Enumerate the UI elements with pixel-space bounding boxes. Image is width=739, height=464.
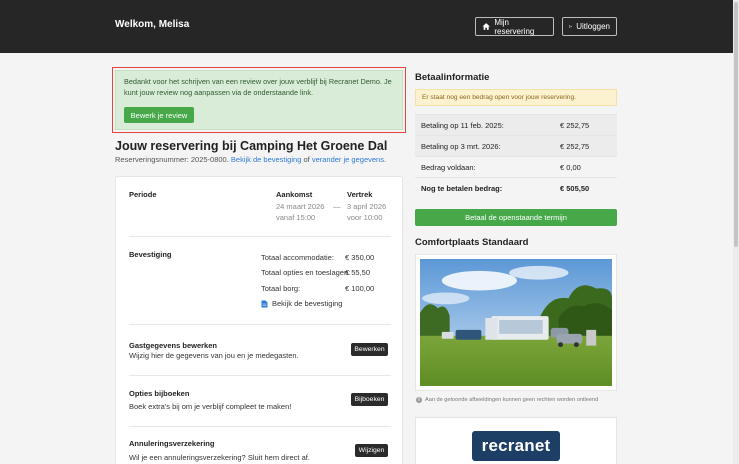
info-icon: i xyxy=(416,397,422,403)
scrollbar-thumb[interactable] xyxy=(734,2,738,247)
arrival-time: vanaf 15:00 xyxy=(276,213,316,222)
total-options-label: Totaal opties en toeslagen: xyxy=(261,268,351,277)
campsite-image xyxy=(420,259,612,386)
total-accommodation-value: € 350,00 xyxy=(345,253,375,262)
payment-row-label: Bedrag voldaan: xyxy=(421,162,476,172)
total-deposit-value: € 100,00 xyxy=(345,284,375,293)
welcome-title: Welkom, Melisa xyxy=(115,19,190,30)
guest-details-title: Gastgegevens bewerken xyxy=(129,341,217,350)
page-scrollbar[interactable] xyxy=(733,0,739,464)
payment-title: Betaalinformatie xyxy=(415,72,490,83)
departure-label: Vertrek xyxy=(347,190,373,199)
payment-row-label: Betaling op 11 feb. 2025: xyxy=(421,120,504,130)
logo-card: recranet xyxy=(415,417,617,464)
or-text: of xyxy=(303,155,310,164)
divider xyxy=(129,375,391,376)
pay-term-button[interactable]: Betaal de openstaande termijn xyxy=(415,209,617,226)
change-insurance-button[interactable]: Wijzigen xyxy=(355,444,388,457)
payment-row-label: Betaling op 3 mrt. 2026: xyxy=(421,141,501,151)
guest-details-text: Wijzig hier de gegevens van jou en je me… xyxy=(129,351,299,360)
divider xyxy=(129,324,391,325)
total-options-value: € 55,50 xyxy=(345,268,371,277)
book-options-title: Opties bijboeken xyxy=(129,389,190,398)
my-reservation-label: Mijn reservering xyxy=(494,17,535,36)
view-confirmation-link[interactable]: Bekijk de bevestiging xyxy=(231,155,301,164)
insurance-text: Wil je een annuleringsverzekering? Sluit… xyxy=(129,453,310,462)
payment-row-value: € 505,50 xyxy=(560,183,590,193)
book-options-text: Boek extra's bij om je verblijf compleet… xyxy=(129,402,292,411)
total-deposit-label: Totaal borg: xyxy=(261,284,301,293)
payment-table: Betaling op 11 feb. 2025: € 252,75 Betal… xyxy=(415,114,617,198)
reservation-number-line: Reserveringsnummer: 2025-0800. Bekijk de… xyxy=(115,155,387,164)
reservation-number: Reserveringsnummer: 2025-0800. xyxy=(115,155,229,164)
arrival-date: 24 maart 2026 xyxy=(276,202,325,211)
reservation-card: Periode Aankomst 24 maart 2026 vanaf 15:… xyxy=(115,176,403,464)
top-bar: Welkom, Melisa Mijn reservering Uitlogge… xyxy=(0,0,739,53)
confirmation-label: Bevestiging xyxy=(129,250,172,259)
edit-guests-button[interactable]: Bewerken xyxy=(351,343,388,356)
change-details-link[interactable]: verander je gegevens xyxy=(312,155,384,164)
departure-date: 3 april 2026 xyxy=(347,202,387,211)
edit-review-button[interactable]: Bewerk je review xyxy=(124,107,194,123)
accommodation-photo[interactable] xyxy=(415,254,617,391)
my-reservation-button[interactable]: Mijn reservering xyxy=(475,17,554,36)
logout-icon xyxy=(569,25,573,28)
view-confirmation-button[interactable]: Bekijk de bevestiging xyxy=(261,299,342,308)
departure-time: voor 10:00 xyxy=(347,213,383,222)
date-dash: — xyxy=(333,202,341,211)
divider xyxy=(129,426,391,427)
payment-row: Nog te betalen bedrag: € 505,50 xyxy=(415,177,617,198)
payment-row-label: Nog te betalen bedrag: xyxy=(421,183,503,193)
book-options-button[interactable]: Bijboeken xyxy=(351,393,388,406)
arrival-label: Aankomst xyxy=(276,190,313,199)
payment-row: Bedrag voldaan: € 0,00 xyxy=(415,156,617,177)
alert-message: Bedankt voor het schrijven van een revie… xyxy=(124,77,392,97)
payment-row-value: € 0,00 xyxy=(560,162,581,172)
logout-label: Uitloggen xyxy=(576,22,610,31)
view-confirmation-label: Bekijk de bevestiging xyxy=(272,299,343,308)
recranet-logo: recranet xyxy=(472,431,560,461)
home-icon xyxy=(482,23,490,30)
period-label: Periode xyxy=(129,190,157,199)
accommodation-title: Comfortplaats Standaard xyxy=(415,237,529,248)
insurance-title: Annuleringsverzekering xyxy=(129,439,215,448)
document-icon xyxy=(261,300,268,307)
page-title: Jouw reservering bij Camping Het Groene … xyxy=(115,139,388,153)
divider xyxy=(129,236,391,237)
payment-row: Betaling op 3 mrt. 2026: € 252,75 xyxy=(415,135,617,156)
review-alert: Bedankt voor het schrijven van een revie… xyxy=(115,70,403,130)
payment-row-value: € 252,75 xyxy=(560,141,590,151)
payment-row: Betaling op 11 feb. 2025: € 252,75 xyxy=(415,114,617,135)
payment-row-value: € 252,75 xyxy=(560,120,590,130)
image-disclaimer: i Aan de getoonde afbeeldingen kunnen ge… xyxy=(416,397,598,403)
logout-button[interactable]: Uitloggen xyxy=(562,17,617,36)
image-disclaimer-text: Aan de getoonde afbeeldingen kunnen geen… xyxy=(425,397,599,403)
total-accommodation-label: Totaal accommodatie: xyxy=(261,253,334,262)
payment-notice: Er staat nog een bedrag open voor jouw r… xyxy=(415,89,617,106)
